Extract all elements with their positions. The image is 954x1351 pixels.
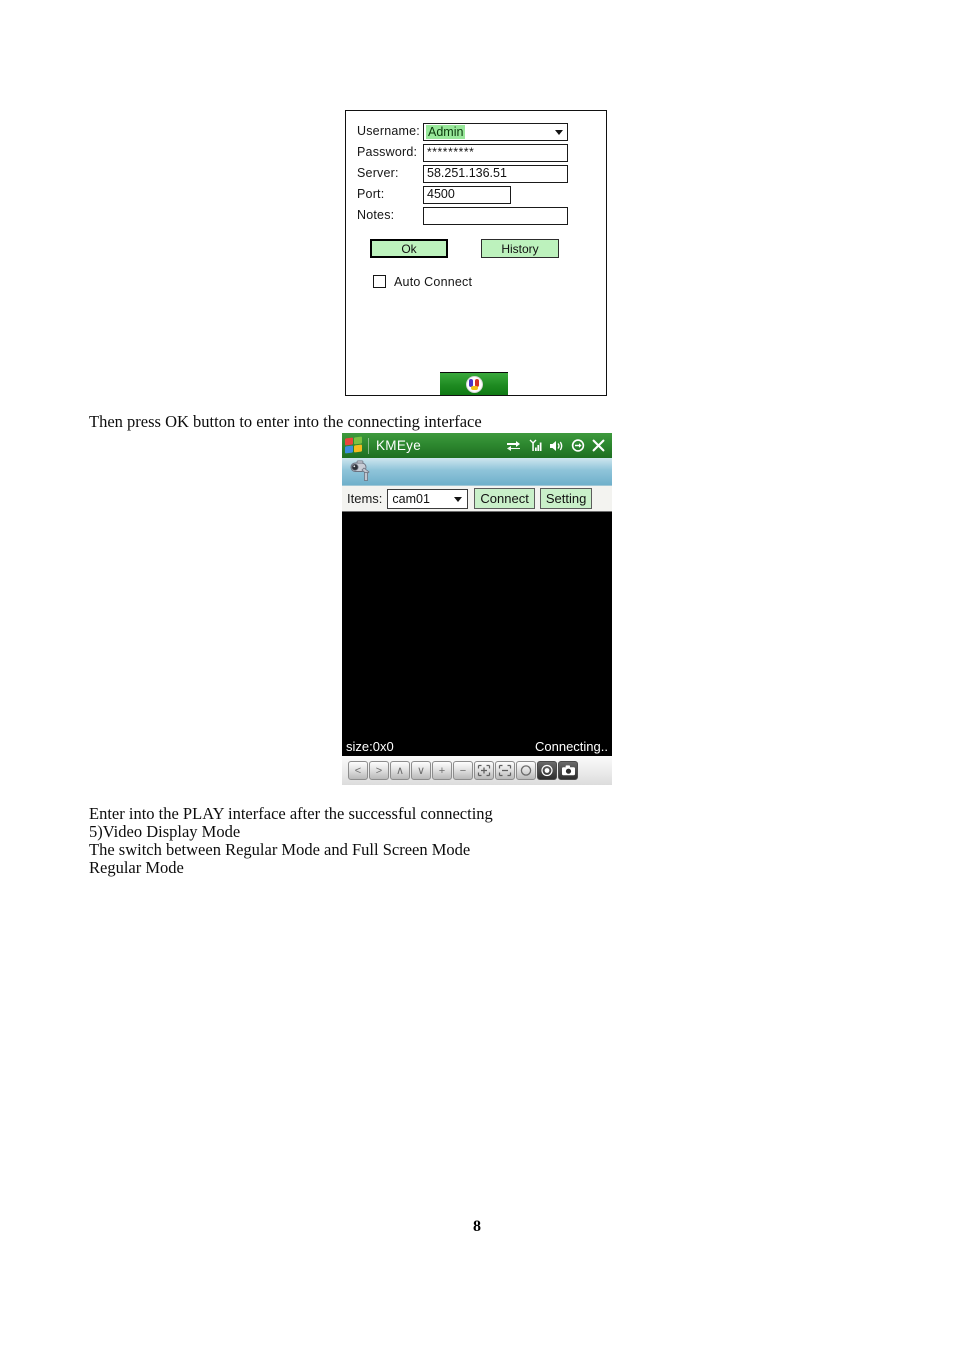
shrink-view-button[interactable] [495,761,515,780]
ok-button[interactable]: Ok [370,239,448,258]
kmeye-app-window: KMEye Items: cam01 Connect Setting size:… [342,433,612,785]
connect-button[interactable]: Connect [474,488,535,509]
auto-connect-label: Auto Connect [394,274,473,289]
video-display-area[interactable]: size:0x0 Connecting.. [342,512,612,756]
username-combobox[interactable]: Admin [423,123,568,141]
login-dialog: Username: Admin Password: ********* Serv… [345,110,607,396]
pan-right-button[interactable]: > [369,761,389,780]
form-row-username: Username: Admin [346,123,606,144]
password-value: ********* [427,145,475,159]
tilt-up-button[interactable]: ∧ [390,761,410,780]
kmeye-titlebar: KMEye [342,433,612,458]
port-label: Port: [357,187,385,201]
volume-icon[interactable] [549,440,564,452]
history-button[interactable]: History [481,239,559,258]
auto-connect-row[interactable]: Auto Connect [373,274,472,289]
record-button[interactable] [537,761,557,780]
snapshot-button[interactable] [558,761,578,780]
sync-icon[interactable] [571,439,585,452]
items-row: Items: cam01 Connect Setting [342,486,612,512]
items-label: Items: [347,491,383,506]
connection-status-text: Connecting.. [535,738,608,754]
doc-line: Then press OK button to enter into the c… [89,412,482,431]
signal-strength-icon[interactable] [528,439,542,452]
doc-line: The switch between Regular Mode and Full… [89,840,471,859]
setting-button[interactable]: Setting [539,488,593,509]
chevron-down-icon[interactable] [454,496,463,502]
form-row-password: Password: ********* [346,144,606,165]
server-label: Server: [357,166,399,180]
form-row-server: Server: 58.251.136.51 [346,165,606,186]
notes-label: Notes: [357,208,395,222]
form-row-port: Port: 4500 [346,186,606,207]
username-label: Username: [357,124,420,138]
server-input[interactable]: 58.251.136.51 [423,165,568,183]
chevron-down-icon[interactable] [555,130,563,135]
zoom-in-button[interactable]: + [432,761,452,780]
password-label: Password: [357,145,418,159]
windows-media-icon [466,376,482,392]
doc-line: Regular Mode [89,858,184,877]
page-number: 8 [473,1218,481,1235]
camera-control-bar: < > ∧ ∨ + − [342,756,612,785]
windows-flag-logo [345,436,364,454]
close-icon[interactable] [592,439,605,452]
items-selected-value: cam01 [392,491,430,506]
port-input[interactable]: 4500 [423,186,511,204]
kmeye-toolbar [342,458,612,486]
doc-line: Enter into the PLAY interface after the … [89,804,493,823]
video-size-text: size:0x0 [346,738,394,754]
video-status-bar: size:0x0 Connecting.. [342,736,612,756]
zoom-out-button[interactable]: − [453,761,473,780]
auto-connect-checkbox[interactable] [373,275,386,288]
username-value: Admin [426,125,466,139]
expand-view-button[interactable] [474,761,494,780]
items-combobox[interactable]: cam01 [387,488,469,509]
doc-line: 5)Video Display Mode [89,822,241,841]
tilt-down-button[interactable]: ∨ [411,761,431,780]
stop-button[interactable] [516,761,536,780]
softkey-bar-button[interactable] [440,372,508,395]
kmeye-title: KMEye [376,438,422,453]
connectivity-icon[interactable] [506,440,521,452]
pan-left-button[interactable]: < [348,761,368,780]
titlebar-divider [368,437,369,454]
titlebar-icon-group [506,439,612,452]
form-row-notes: Notes: [346,207,606,228]
notes-input[interactable] [423,207,568,225]
cctv-camera-icon [346,460,376,484]
password-input[interactable]: ********* [423,144,568,162]
